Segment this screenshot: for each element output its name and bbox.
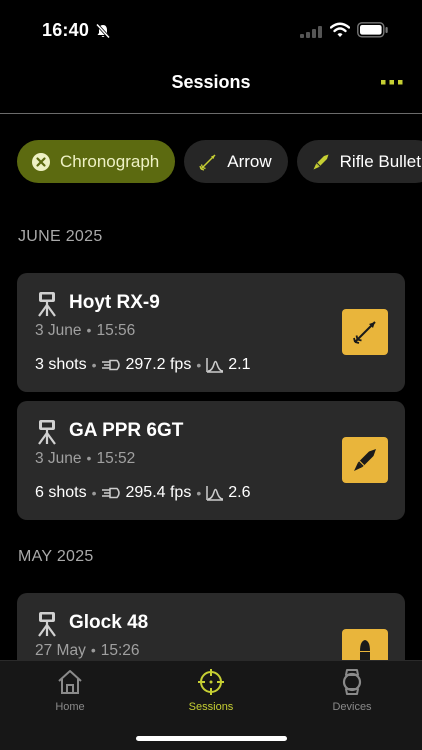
crosshair-icon (198, 669, 224, 695)
filter-chips: Chronograph Arrow Rifle Bullet (17, 140, 422, 183)
spread-curve-icon (206, 358, 224, 373)
session-title: Glock 48 (69, 612, 149, 633)
session-datetime: 27 May • 15:26 (35, 642, 140, 659)
session-date: 3 June (35, 450, 82, 467)
session-title: GA PPR 6GT (69, 420, 184, 441)
filter-chip-label: Chronograph (60, 151, 160, 171)
section-header-may-2025: MAY 2025 (18, 548, 94, 565)
watch-icon (342, 669, 362, 695)
filter-chip-arrow[interactable]: Arrow (184, 140, 288, 183)
session-type-badge (342, 437, 388, 483)
status-bar: 16:40 (0, 0, 422, 60)
bell-muted-icon (95, 23, 111, 39)
tab-label: Devices (332, 701, 372, 713)
session-date: 27 May (35, 642, 86, 659)
average-speed: 297.2 fps (125, 356, 192, 373)
session-title: Hoyt RX-9 (69, 292, 160, 313)
session-time: 15:56 (96, 322, 136, 339)
session-card-ga-ppr-6gt[interactable]: GA PPR 6GT 3 June • 15:52 6 shots • 295.4 … (17, 401, 405, 520)
average-speed: 295.4 fps (125, 484, 192, 501)
session-stats: 6 shots • 295.4 fps • 2.6 (35, 484, 251, 501)
filter-chip-rifle-bullet[interactable]: Rifle Bullet (296, 140, 422, 183)
speed-icon (101, 487, 120, 499)
home-icon (58, 670, 82, 694)
chronograph-tripod-icon (38, 612, 56, 637)
rifle-bullet-icon (311, 152, 331, 172)
session-date: 3 June (35, 322, 82, 339)
session-time: 15:52 (96, 450, 136, 467)
tab-label: Home (55, 701, 85, 713)
page-title: Sessions (171, 72, 251, 92)
filter-chip-label: Arrow (227, 151, 272, 171)
close-circle-icon[interactable] (31, 152, 51, 172)
tab-label: Sessions (188, 701, 234, 713)
tab-home[interactable]: Home (20, 667, 120, 713)
session-stats: 3 shots • 297.2 fps • 2.1 (35, 356, 251, 373)
chronograph-tripod-icon (38, 420, 56, 445)
tab-sessions[interactable]: Sessions (161, 667, 261, 713)
home-indicator (136, 736, 287, 741)
more-options-icon[interactable] (380, 78, 404, 86)
session-time: 15:26 (100, 642, 140, 659)
section-header-june-2025: JUNE 2025 (18, 228, 103, 245)
battery-icon (357, 22, 388, 38)
spread-curve-icon (206, 486, 224, 501)
status-time: 16:40 (42, 20, 90, 40)
session-datetime: 3 June • 15:56 (35, 322, 136, 339)
filter-chip-label: Rifle Bullet (339, 151, 421, 171)
signal-icon (300, 26, 322, 38)
arrow-icon (198, 152, 218, 172)
shot-count: 3 shots (35, 356, 87, 373)
wifi-icon (330, 22, 350, 37)
rifle-bullet-icon (354, 449, 376, 471)
nav-bar: Sessions (0, 60, 422, 114)
filter-chip-chronograph[interactable]: Chronograph (17, 140, 176, 183)
chronograph-tripod-icon (38, 292, 56, 317)
tab-devices[interactable]: Devices (302, 667, 402, 713)
session-card-hoyt-rx-9[interactable]: Hoyt RX-9 3 June • 15:56 3 shots • 297.2 f… (17, 273, 405, 392)
shot-count: 6 shots (35, 484, 87, 501)
session-type-badge (342, 309, 388, 355)
spread-value: 2.1 (228, 356, 251, 373)
arrow-icon (353, 321, 376, 344)
speed-icon (101, 359, 120, 371)
session-datetime: 3 June • 15:52 (35, 450, 136, 467)
spread-value: 2.6 (228, 484, 251, 501)
